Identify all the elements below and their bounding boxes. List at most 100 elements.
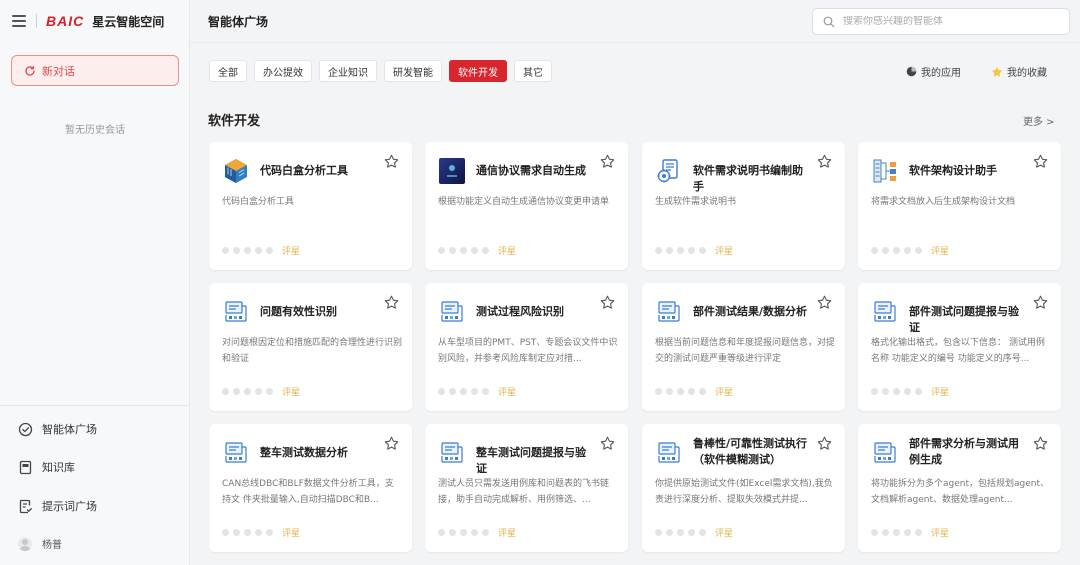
- menu-icon[interactable]: [12, 15, 26, 27]
- favorite-star-icon[interactable]: [384, 154, 399, 169]
- agent-card-description: CAN总线DBC和BLF数据文件分析工具，支持文 件夹批量输入,自动扫描DBC和…: [222, 479, 394, 505]
- data-icon: [871, 298, 899, 326]
- sidebar-item-knowledge-base[interactable]: 知识库: [18, 459, 75, 475]
- agent-card-description: 你提供原始测试文件(如Excel需求文档),我负责进行深度分析、提取失效模式并提…: [655, 479, 833, 505]
- agent-card-title: 软件架构设计助手: [909, 164, 997, 177]
- agent-card-title: 整车测试问题提报与验证: [476, 446, 586, 475]
- avatar: [18, 536, 32, 551]
- new-chat-button[interactable]: 新对话: [11, 55, 179, 86]
- agent-card-title: 测试过程风险识别: [476, 305, 564, 318]
- agent-card-title: 通信协议需求自动生成: [476, 164, 586, 177]
- rating: 评星: [222, 385, 300, 398]
- data-icon: [438, 439, 466, 467]
- agent-card-5[interactable]: 问题有效性识别 对问题根因定位和措施匹配的合理性进行识别和验证 评星: [209, 283, 412, 411]
- my-apps-link[interactable]: 我的应用: [906, 64, 961, 79]
- favorite-star-icon[interactable]: [600, 436, 615, 451]
- sidebar-item-label: 智能体广场: [42, 423, 97, 436]
- agent-card-8[interactable]: 部件测试问题提报与验证 格式化输出格式，包含以下信息： 测试用例名称 功能定义的…: [858, 283, 1061, 411]
- agent-card-7[interactable]: 部件测试结果/数据分析 根据当前问题信息和年度提报问题信息，对提交的测试问题严重…: [642, 283, 845, 411]
- favorite-star-icon[interactable]: [817, 295, 832, 310]
- sidebar-header: BAIC 星云智能空间: [0, 0, 190, 42]
- agent-card-title: 代码白盒分析工具: [260, 164, 348, 177]
- filter-enterprise-knowledge[interactable]: 企业知识: [319, 60, 377, 82]
- filter-other[interactable]: 其它: [514, 60, 552, 82]
- favorite-star-icon[interactable]: [600, 295, 615, 310]
- knowledge-base-icon: [19, 460, 32, 474]
- rating-stars: [871, 247, 922, 254]
- sidebar-item-prompt-plaza[interactable]: 提示词广场: [18, 498, 97, 514]
- refresh-chat-icon: [25, 65, 35, 76]
- new-chat-label: 新对话: [42, 64, 75, 78]
- agent-card-6[interactable]: 测试过程风险识别 从车型项目的PMT、PST、专题会议文件中识别风险，并参考风险…: [425, 283, 628, 411]
- rating: 评星: [871, 526, 949, 539]
- filter-rd[interactable]: 研发智能: [384, 60, 442, 82]
- favorite-star-icon[interactable]: [384, 436, 399, 451]
- rating-stars: [871, 388, 922, 395]
- category-filters: 全部 办公提效 企业知识 研发智能 软件开发 其它: [209, 60, 552, 82]
- rating-label: 评星: [498, 388, 517, 398]
- rating-stars: [655, 247, 706, 254]
- page-title: 智能体广场: [208, 15, 269, 29]
- filter-all[interactable]: 全部: [209, 60, 247, 82]
- sidebar-item-agent-plaza[interactable]: 智能体广场: [18, 421, 97, 437]
- favorite-star-icon[interactable]: [1033, 436, 1048, 451]
- prompt-plaza-icon: [19, 499, 32, 513]
- agent-card-4[interactable]: 软件架构设计助手 将需求文档放入后生成架构设计文档 评星: [858, 142, 1061, 270]
- agent-card-title: 部件测试问题提报与验证: [909, 305, 1019, 334]
- brand-logo: BAIC: [46, 13, 85, 29]
- filter-office[interactable]: 办公提效: [254, 60, 312, 82]
- rating: 评星: [871, 244, 949, 257]
- rating-stars: [222, 247, 273, 254]
- dark-app-icon: [438, 157, 466, 185]
- rating-stars: [438, 247, 489, 254]
- gear-doc-icon: [655, 157, 683, 185]
- agent-card-12[interactable]: 部件需求分析与测试用例生成 将功能拆分为多个agent，包括规划agent、文档…: [858, 424, 1061, 552]
- favorite-star-icon[interactable]: [817, 154, 832, 169]
- user-name: 杨普: [42, 540, 62, 551]
- agent-card-1[interactable]: 代码白盒分析工具 代码白盒分析工具 评星: [209, 142, 412, 270]
- rating-label: 评星: [282, 388, 301, 398]
- favorite-star-icon[interactable]: [817, 436, 832, 451]
- agent-card-description: 对问题根因定位和措施匹配的合理性进行识别和验证: [222, 338, 402, 364]
- agent-card-description: 格式化输出格式，包含以下信息： 测试用例名称 功能定义的编号 功能定义的序号..…: [871, 338, 1045, 364]
- rating: 评星: [222, 244, 300, 257]
- agent-card-9[interactable]: 整车测试数据分析 CAN总线DBC和BLF数据文件分析工具，支持文 件夹批量输入…: [209, 424, 412, 552]
- more-link[interactable]: 更多 >: [1023, 113, 1055, 128]
- rating-label: 评星: [282, 529, 301, 539]
- agent-plaza-icon: [18, 422, 33, 436]
- search-input[interactable]: [843, 16, 1053, 27]
- rating-label: 评星: [715, 247, 734, 257]
- user-profile[interactable]: 杨普: [18, 536, 62, 551]
- agent-card-title: 部件测试结果/数据分析: [693, 305, 808, 318]
- rating: 评星: [655, 526, 733, 539]
- agent-card-title: 软件需求说明书编制助手: [693, 164, 803, 193]
- favorite-star-icon[interactable]: [1033, 154, 1048, 169]
- agent-card-description: 将功能拆分为多个agent，包括规划agent、文档解析agent、数据处理ag…: [871, 479, 1049, 505]
- my-favorites-link[interactable]: 我的收藏: [991, 64, 1047, 79]
- agent-card-description: 将需求文档放入后生成架构设计文档: [871, 197, 1016, 207]
- agent-card-10[interactable]: 整车测试问题提报与验证 测试人员只需发送用例库和问题表的飞书链接，助手自动完成解…: [425, 424, 628, 552]
- rating: 评星: [871, 385, 949, 398]
- sidebar-item-label: 知识库: [42, 461, 75, 474]
- data-icon: [222, 298, 250, 326]
- agent-card-3[interactable]: 软件需求说明书编制助手 生成软件需求说明书 评星: [642, 142, 845, 270]
- agent-card-description: 代码白盒分析工具: [222, 197, 295, 207]
- agent-card-title: 鲁棒性/可靠性测试执行（软件模糊测试）: [693, 437, 808, 466]
- data-icon: [438, 298, 466, 326]
- agent-card-description: 根据功能定义自动生成通信协议变更申请单: [438, 197, 610, 207]
- rating-label: 评星: [282, 247, 301, 257]
- rating-label: 评星: [931, 388, 950, 398]
- favorite-star-icon[interactable]: [600, 154, 615, 169]
- agent-card-11[interactable]: 鲁棒性/可靠性测试执行（软件模糊测试） 你提供原始测试文件(如Excel需求文档…: [642, 424, 845, 552]
- rating-label: 评星: [498, 529, 517, 539]
- filter-software-dev[interactable]: 软件开发: [449, 60, 507, 82]
- agent-card-2[interactable]: 通信协议需求自动生成 根据功能定义自动生成通信协议变更申请单 评星: [425, 142, 628, 270]
- favorite-star-icon[interactable]: [1033, 295, 1048, 310]
- rating: 评星: [438, 385, 516, 398]
- rating-label: 评星: [715, 529, 734, 539]
- rating: 评星: [655, 385, 733, 398]
- agent-card-title: 整车测试数据分析: [260, 446, 348, 459]
- favorite-star-icon[interactable]: [384, 295, 399, 310]
- search-box[interactable]: [812, 8, 1070, 35]
- agent-card-description: 生成软件需求说明书: [655, 197, 737, 207]
